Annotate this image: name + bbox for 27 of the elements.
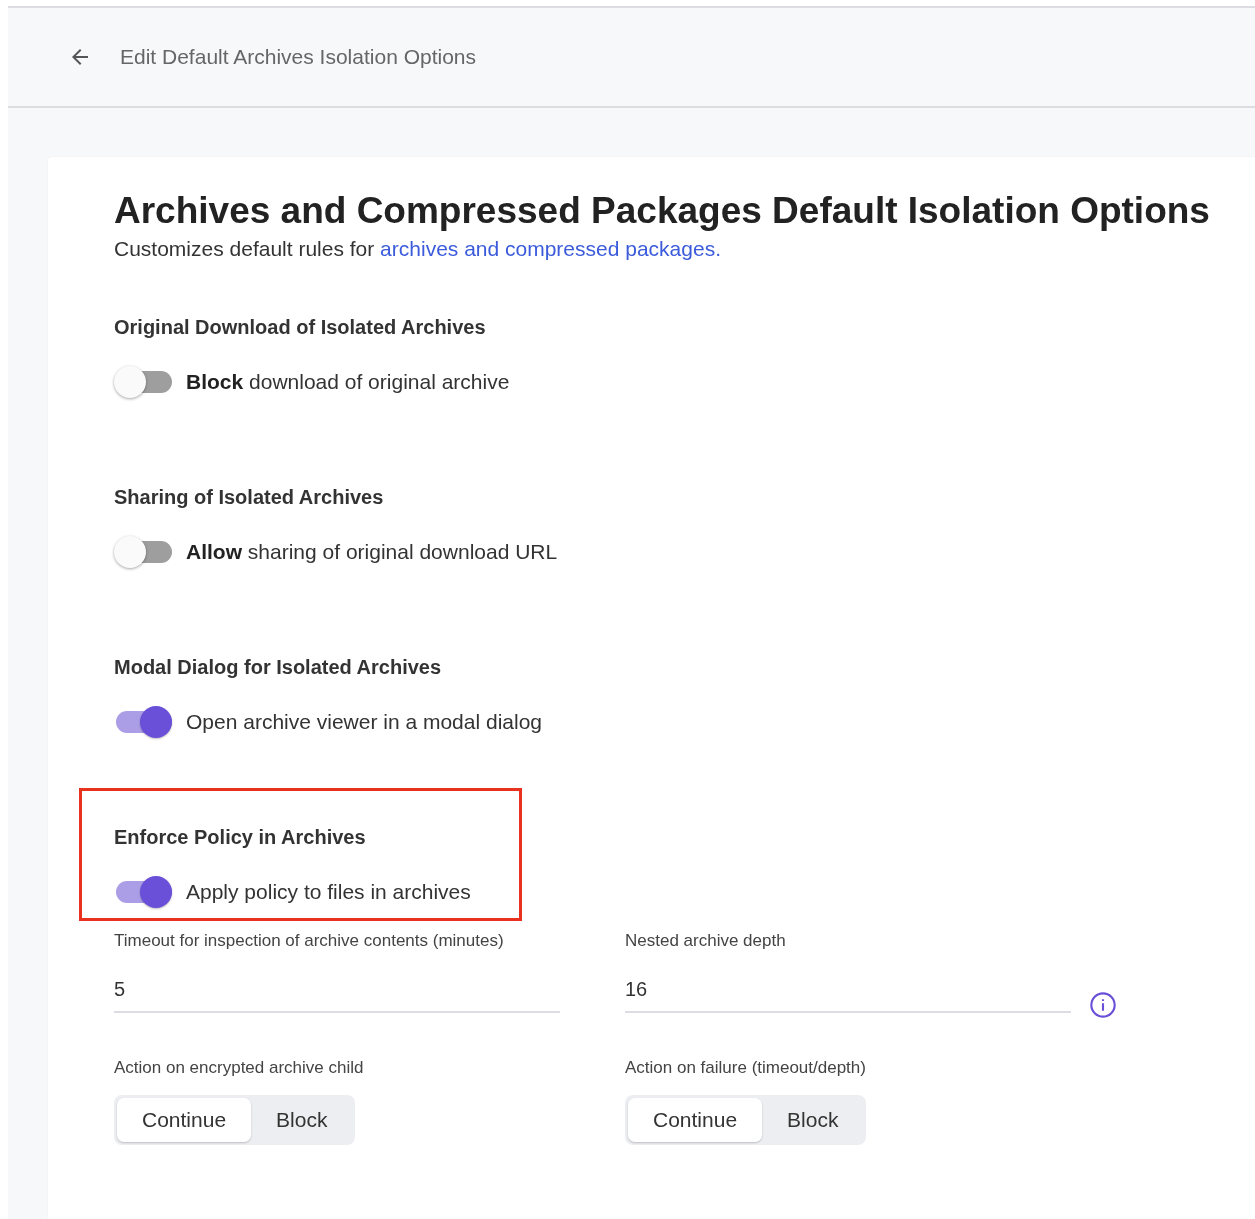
toggle-switch[interactable] bbox=[114, 876, 172, 908]
field-label: Action on failure (timeout/depth) bbox=[625, 1057, 867, 1079]
field-label: Action on encrypted archive child bbox=[114, 1057, 365, 1079]
option-heading: Original Download of Isolated Archives bbox=[114, 315, 487, 339]
input-field[interactable]: 5 bbox=[114, 970, 560, 1013]
segment-option[interactable]: Continue bbox=[117, 1098, 252, 1142]
info-icon[interactable] bbox=[1089, 991, 1117, 1019]
toggle-label: Apply policy to files in archives bbox=[186, 880, 471, 904]
segment-option[interactable]: Continue bbox=[628, 1098, 763, 1142]
toggle-switch[interactable] bbox=[114, 536, 172, 568]
input-field[interactable]: 16 bbox=[625, 970, 1071, 1013]
segment-option[interactable]: Block bbox=[251, 1098, 353, 1142]
field-label: Nested archive depth bbox=[625, 930, 787, 952]
option-heading: Modal Dialog for Isolated Archives bbox=[114, 655, 443, 679]
subtitle: Customizes default rules for archives and compressed packages. bbox=[114, 236, 722, 262]
toggle-switch[interactable] bbox=[114, 366, 172, 398]
toggle-label: Block download of original archive bbox=[186, 370, 510, 394]
section-title: Archives and Compressed Packages Default Isolation Options bbox=[114, 189, 1211, 233]
option-heading: Enforce Policy in Archives bbox=[114, 825, 367, 849]
toggle-label: Open archive viewer in a modal dialog bbox=[186, 710, 543, 734]
archives-link[interactable]: archives and compressed packages. bbox=[380, 237, 721, 260]
field-label: Timeout for inspection of archive contents (minutes) bbox=[114, 930, 505, 952]
page-title: Edit Default Archives Isolation Options bbox=[120, 45, 476, 69]
option-heading: Sharing of Isolated Archives bbox=[114, 485, 385, 509]
toggle-switch[interactable] bbox=[114, 706, 172, 738]
segment-option[interactable]: Block bbox=[762, 1098, 864, 1142]
toggle-label: Allow sharing of original download URL bbox=[186, 540, 558, 564]
